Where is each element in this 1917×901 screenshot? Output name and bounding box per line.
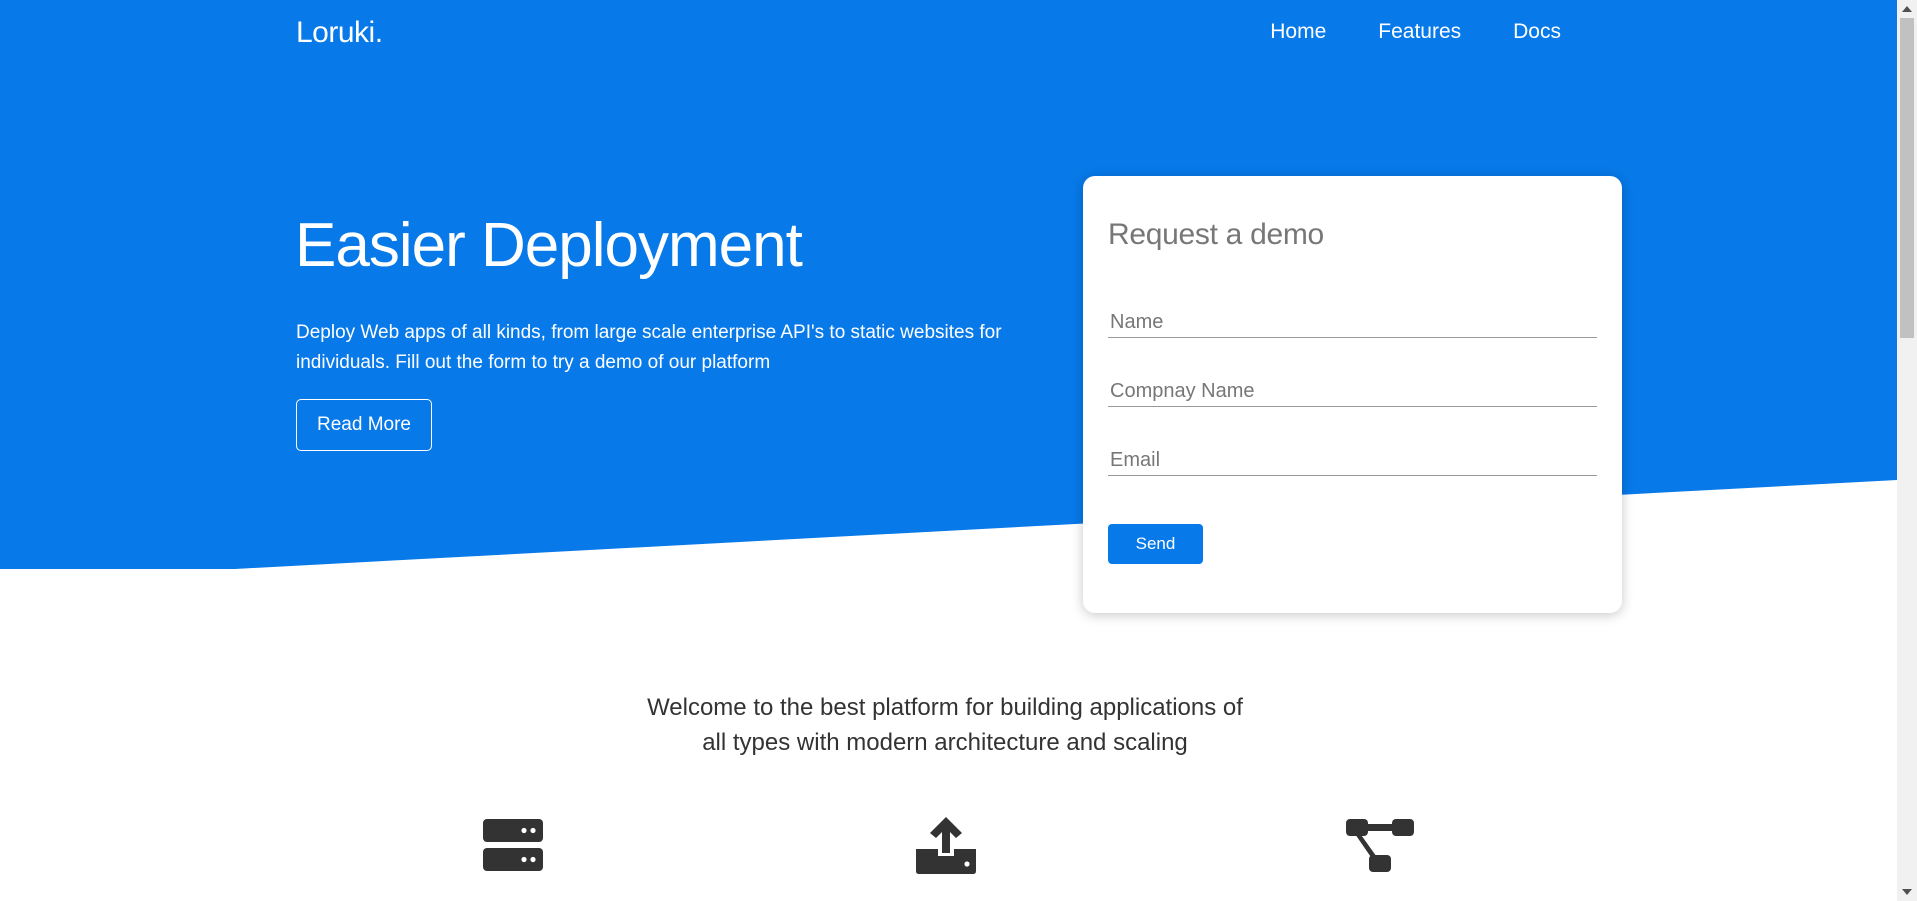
nav-features-link[interactable]: Features xyxy=(1378,20,1461,44)
page-scrollbar[interactable] xyxy=(1897,0,1917,901)
logo[interactable]: Loruki. xyxy=(296,16,383,50)
email-field[interactable] xyxy=(1108,446,1597,476)
nav-home-link[interactable]: Home xyxy=(1270,20,1326,44)
demo-form-title: Request a demo xyxy=(1108,218,1324,251)
scroll-up-arrow-icon[interactable] xyxy=(1902,6,1912,12)
scroll-down-arrow-icon[interactable] xyxy=(1902,889,1912,895)
demo-request-card: Request a demo Send xyxy=(1083,176,1622,613)
send-button[interactable]: Send xyxy=(1108,524,1203,564)
hero-description: Deploy Web apps of all kinds, from large… xyxy=(296,322,1002,373)
name-field[interactable] xyxy=(1108,308,1597,338)
welcome-text: Welcome to the best platform for buildin… xyxy=(647,694,1243,756)
read-more-button[interactable]: Read More xyxy=(296,399,432,451)
hero-title: Easier Deployment xyxy=(295,211,803,280)
server-icon xyxy=(482,816,544,879)
company-name-field[interactable] xyxy=(1108,377,1597,407)
main-nav: Home Features Docs xyxy=(1270,20,1561,44)
nav-docs-link[interactable]: Docs xyxy=(1513,20,1561,44)
upload-icon xyxy=(915,816,977,879)
network-icon xyxy=(1345,816,1415,879)
scrollbar-thumb[interactable] xyxy=(1900,18,1914,338)
